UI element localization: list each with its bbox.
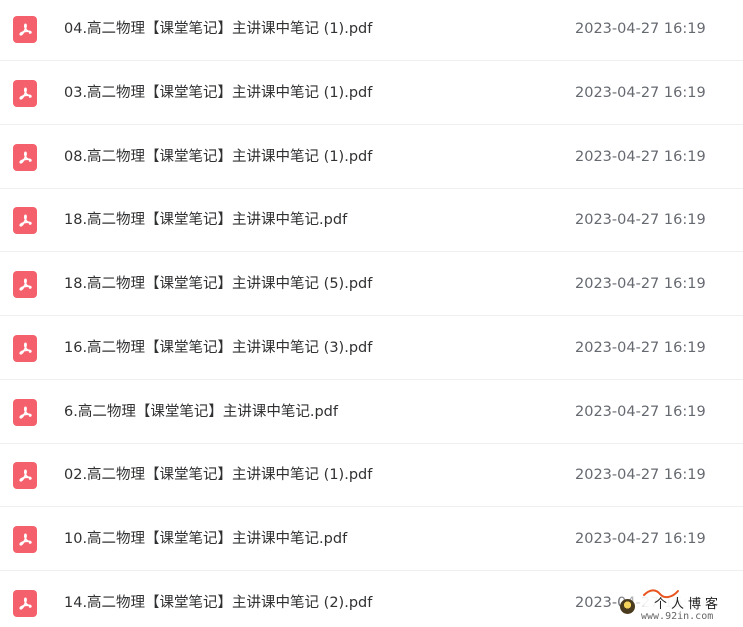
- file-row[interactable]: 6.高二物理【课堂笔记】主讲课中笔记.pdf 2023-04-27 16:19: [0, 381, 743, 444]
- file-row[interactable]: 03.高二物理【课堂笔记】主讲课中笔记 (1).pdf 2023-04-27 1…: [0, 62, 743, 125]
- watermark-avatar-icon: [620, 599, 635, 614]
- pdf-file-icon: [13, 207, 37, 234]
- watermark-title: 个人博客: [654, 597, 723, 612]
- file-date: 2023-04-27 16:19: [575, 467, 706, 483]
- pdf-file-icon: [13, 526, 37, 553]
- file-date: 2023-04-27 16:19: [575, 212, 706, 228]
- file-name[interactable]: 14.高二物理【课堂笔记】主讲课中笔记 (2).pdf: [64, 572, 372, 627]
- file-name[interactable]: 18.高二物理【课堂笔记】主讲课中笔记 (5).pdf: [64, 253, 372, 316]
- file-name[interactable]: 08.高二物理【课堂笔记】主讲课中笔记 (1).pdf: [64, 126, 372, 189]
- pdf-file-icon: [13, 335, 37, 362]
- file-row[interactable]: 08.高二物理【课堂笔记】主讲课中笔记 (1).pdf 2023-04-27 1…: [0, 126, 743, 189]
- file-list: 04.高二物理【课堂笔记】主讲课中笔记 (1).pdf 2023-04-27 1…: [0, 0, 743, 627]
- file-date: 2023-04-27 16:19: [575, 85, 706, 101]
- file-name[interactable]: 03.高二物理【课堂笔记】主讲课中笔记 (1).pdf: [64, 62, 372, 125]
- pdf-file-icon: [13, 16, 37, 43]
- file-name[interactable]: 6.高二物理【课堂笔记】主讲课中笔记.pdf: [64, 381, 338, 444]
- file-row[interactable]: 18.高二物理【课堂笔记】主讲课中笔记 (5).pdf 2023-04-27 1…: [0, 253, 743, 316]
- file-name[interactable]: 16.高二物理【课堂笔记】主讲课中笔记 (3).pdf: [64, 317, 372, 380]
- file-name[interactable]: 10.高二物理【课堂笔记】主讲课中笔记.pdf: [64, 508, 347, 571]
- file-date: 2023-04-27 16:19: [575, 276, 706, 292]
- file-row[interactable]: 18.高二物理【课堂笔记】主讲课中笔记.pdf 2023-04-27 16:19: [0, 189, 743, 252]
- file-date: 2023-04-27 16:19: [575, 340, 706, 356]
- file-date: 2023-04-27 16:19: [575, 21, 706, 37]
- file-row[interactable]: 04.高二物理【课堂笔记】主讲课中笔记 (1).pdf 2023-04-27 1…: [0, 0, 743, 61]
- file-row[interactable]: 16.高二物理【课堂笔记】主讲课中笔记 (3).pdf 2023-04-27 1…: [0, 317, 743, 380]
- file-date: 2023-04-27 16:19: [575, 531, 706, 547]
- file-date: 2023-04-27 16:19: [575, 149, 706, 165]
- pdf-file-icon: [13, 399, 37, 426]
- pdf-file-icon: [13, 144, 37, 171]
- file-date: 2023-04-27 16:19: [575, 404, 706, 420]
- pdf-file-icon: [13, 462, 37, 489]
- file-name[interactable]: 18.高二物理【课堂笔记】主讲课中笔记.pdf: [64, 189, 347, 252]
- file-name[interactable]: 02.高二物理【课堂笔记】主讲课中笔记 (1).pdf: [64, 444, 372, 507]
- file-row[interactable]: 02.高二物理【课堂笔记】主讲课中笔记 (1).pdf 2023-04-27 1…: [0, 444, 743, 507]
- file-row[interactable]: 10.高二物理【课堂笔记】主讲课中笔记.pdf 2023-04-27 16:19: [0, 508, 743, 571]
- watermark-url: www.92in.com: [641, 611, 714, 622]
- pdf-file-icon: [13, 271, 37, 298]
- file-name[interactable]: 04.高二物理【课堂笔记】主讲课中笔记 (1).pdf: [64, 0, 372, 61]
- blog-watermark: 个人博客 www.92in.com: [618, 586, 743, 627]
- pdf-file-icon: [13, 590, 37, 617]
- pdf-file-icon: [13, 80, 37, 107]
